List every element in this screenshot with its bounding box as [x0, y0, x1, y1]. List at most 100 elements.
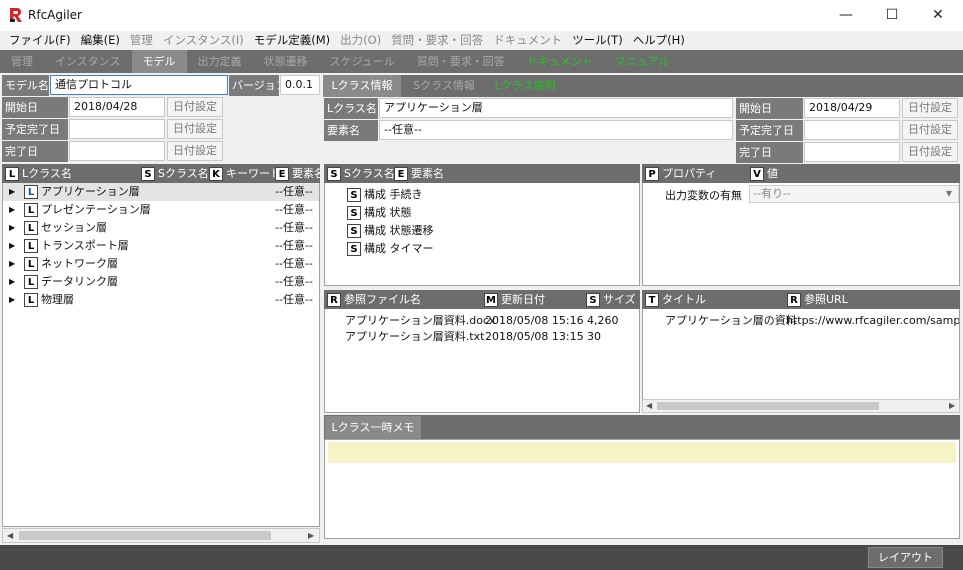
- expand-arrow-icon[interactable]: ▶: [9, 273, 15, 291]
- model-name-input[interactable]: 通信プロトコル: [50, 75, 228, 95]
- expand-arrow-icon[interactable]: ▶: [9, 183, 15, 201]
- urls-hscrollbar[interactable]: ◀ ▶: [642, 399, 960, 413]
- scroll-left-icon[interactable]: ◀: [646, 401, 652, 410]
- tab-manual[interactable]: マニュアル: [604, 50, 681, 73]
- sclass-badge-icon: S: [347, 206, 361, 220]
- tree-item-label: トランスポート層: [41, 239, 129, 252]
- tree-item-label: セッション層: [41, 221, 107, 234]
- minimize-button[interactable]: —: [823, 0, 869, 31]
- layout-button[interactable]: レイアウト: [868, 547, 943, 568]
- files-col-date[interactable]: M 更新日付: [484, 290, 545, 309]
- property-value-select[interactable]: --有り-- ▼: [749, 185, 959, 203]
- sclass-list[interactable]: S 構成 手続き S 構成 状態 S 構成 状態遷移 S 構成 タイマー: [324, 183, 640, 286]
- tree-item-transport[interactable]: ▶ L トランスポート層 --任意--: [3, 237, 319, 255]
- tree-item-presentation[interactable]: ▶ L プレゼンテーション層 --任意--: [3, 201, 319, 219]
- sclass-item[interactable]: S 構成 状態遷移: [325, 222, 639, 240]
- reference-file-list[interactable]: アプリケーション層資料.docx 2018/05/08 15:16 4,260 …: [324, 309, 640, 413]
- sclass-item[interactable]: S 構成 状態: [325, 204, 639, 222]
- files-col-size[interactable]: S サイズ: [586, 290, 636, 309]
- sclass-col-element[interactable]: E 要素名: [394, 164, 444, 183]
- tab-manage[interactable]: 管理: [0, 50, 44, 73]
- lclass-planned-date-input[interactable]: [804, 120, 900, 140]
- menu-tools[interactable]: ツール(T): [567, 31, 628, 50]
- tab-model[interactable]: モデル: [131, 50, 187, 73]
- tree-item-physical[interactable]: ▶ L 物理層 --任意--: [3, 291, 319, 309]
- urls-hscroll-thumb[interactable]: [657, 402, 879, 410]
- lclass-start-date-button[interactable]: 日付設定: [902, 98, 958, 118]
- sclass-item[interactable]: S 構成 手続き: [325, 186, 639, 204]
- expand-arrow-icon[interactable]: ▶: [9, 219, 15, 237]
- tab-instance[interactable]: インスタンス: [44, 50, 132, 73]
- lclass-start-date-label: 開始日: [736, 98, 803, 119]
- menu-file[interactable]: ファイル(F): [4, 31, 76, 50]
- menu-edit[interactable]: 編集(E): [76, 31, 125, 50]
- menu-help[interactable]: ヘルプ(H): [628, 31, 690, 50]
- menu-output[interactable]: 出力(O): [335, 31, 386, 50]
- subtab-lclass-desc[interactable]: Lクラス説明: [487, 75, 563, 97]
- expand-arrow-icon[interactable]: ▶: [9, 201, 15, 219]
- model-start-date-button[interactable]: 日付設定: [167, 97, 223, 117]
- close-button[interactable]: ✕: [915, 0, 961, 31]
- model-planned-date-input[interactable]: [69, 119, 165, 139]
- tab-questions[interactable]: 質問・要求・回答: [406, 50, 516, 73]
- tab-document[interactable]: ドキュメント: [516, 50, 604, 73]
- tab-state-transition[interactable]: 状態遷移: [253, 50, 319, 73]
- lclass-done-date-input[interactable]: [804, 142, 900, 162]
- property-list[interactable]: 出力変数の有無 --有り-- ▼: [642, 183, 960, 286]
- expand-arrow-icon[interactable]: ▶: [9, 237, 15, 255]
- scroll-left-icon[interactable]: ◀: [7, 531, 13, 540]
- tree-item-datalink[interactable]: ▶ L データリンク層 --任意--: [3, 273, 319, 291]
- menu-model-definition[interactable]: モデル定義(M): [249, 31, 335, 50]
- expand-arrow-icon[interactable]: ▶: [9, 255, 15, 273]
- url-row[interactable]: アプリケーション層の資料 https://www.rfcagiler.com/s…: [643, 313, 959, 329]
- tree-item-session[interactable]: ▶ L セッション層 --任意--: [3, 219, 319, 237]
- files-col-name[interactable]: R 参照ファイル名: [327, 290, 421, 309]
- menu-questions[interactable]: 質問・要求・回答: [386, 31, 488, 50]
- lclass-planned-date-button[interactable]: 日付設定: [902, 120, 958, 140]
- file-row[interactable]: アプリケーション層資料.docx 2018/05/08 15:16 4,260: [325, 313, 639, 329]
- maximize-button[interactable]: ☐: [869, 0, 915, 31]
- lclass-badge-icon: L: [24, 257, 38, 271]
- tree-item-label: データリンク層: [41, 275, 118, 288]
- tree-item-application[interactable]: ▶ L アプリケーション層 --任意--: [3, 183, 319, 201]
- tab-schedule[interactable]: スケジュール: [319, 50, 406, 73]
- sclass-col-name[interactable]: S Sクラス名: [327, 164, 395, 183]
- tree-hscroll-thumb[interactable]: [19, 531, 271, 540]
- menu-manage[interactable]: 管理: [125, 31, 158, 50]
- sclass-item[interactable]: S 構成 タイマー: [325, 240, 639, 258]
- lclass-element-input[interactable]: --任意--: [379, 120, 733, 140]
- tree-col-element[interactable]: E 要素名: [275, 164, 320, 183]
- tab-output-definition[interactable]: 出力定義: [187, 50, 253, 73]
- url-link[interactable]: https://www.rfcagiler.com/sample: [786, 313, 959, 329]
- version-input[interactable]: 0.0.1: [280, 75, 320, 95]
- urls-col-url[interactable]: R 参照URL: [787, 290, 848, 309]
- model-done-date-input[interactable]: [69, 141, 165, 161]
- model-planned-date-button[interactable]: 日付設定: [167, 119, 223, 139]
- model-start-date-input[interactable]: 2018/04/28: [69, 97, 165, 117]
- urls-col-title[interactable]: T タイトル: [645, 290, 706, 309]
- menu-instance[interactable]: インスタンス(I): [158, 31, 249, 50]
- scroll-right-icon[interactable]: ▶: [308, 531, 314, 540]
- menu-document[interactable]: ドキュメント: [488, 31, 567, 50]
- reference-url-list[interactable]: アプリケーション層の資料 https://www.rfcagiler.com/s…: [642, 309, 960, 399]
- tree-col-sclass[interactable]: S Sクラス名: [141, 164, 209, 183]
- subtab-lclass-info[interactable]: Lクラス情報: [323, 75, 401, 97]
- lclass-name-input[interactable]: アプリケーション層: [379, 98, 733, 118]
- tree-col-keyword[interactable]: K キーワード: [209, 164, 281, 183]
- scroll-right-icon[interactable]: ▶: [949, 401, 955, 410]
- t-badge-icon: T: [645, 293, 659, 307]
- expand-arrow-icon[interactable]: ▶: [9, 291, 15, 309]
- memo-tab[interactable]: Lクラス一時メモ: [325, 416, 421, 439]
- file-row[interactable]: アプリケーション層資料.txt 2018/05/08 13:15 30: [325, 329, 639, 345]
- lclass-done-date-button[interactable]: 日付設定: [902, 142, 958, 162]
- property-col-name[interactable]: P プロパティ: [645, 164, 716, 183]
- lclass-start-date-input[interactable]: 2018/04/29: [804, 98, 900, 118]
- model-done-date-button[interactable]: 日付設定: [167, 141, 223, 161]
- property-col-value[interactable]: V値: [750, 164, 778, 183]
- lclass-tree[interactable]: ▶ L アプリケーション層 --任意-- ▶ L プレゼンテーション層 --任意--…: [2, 183, 320, 527]
- tree-col-lclass[interactable]: L Lクラス名: [5, 164, 72, 183]
- memo-input[interactable]: [328, 442, 956, 463]
- tree-item-network[interactable]: ▶ L ネットワーク層 --任意--: [3, 255, 319, 273]
- subtab-sclass-info[interactable]: Sクラス情報: [403, 75, 485, 97]
- tree-hscrollbar[interactable]: ◀ ▶: [2, 528, 320, 543]
